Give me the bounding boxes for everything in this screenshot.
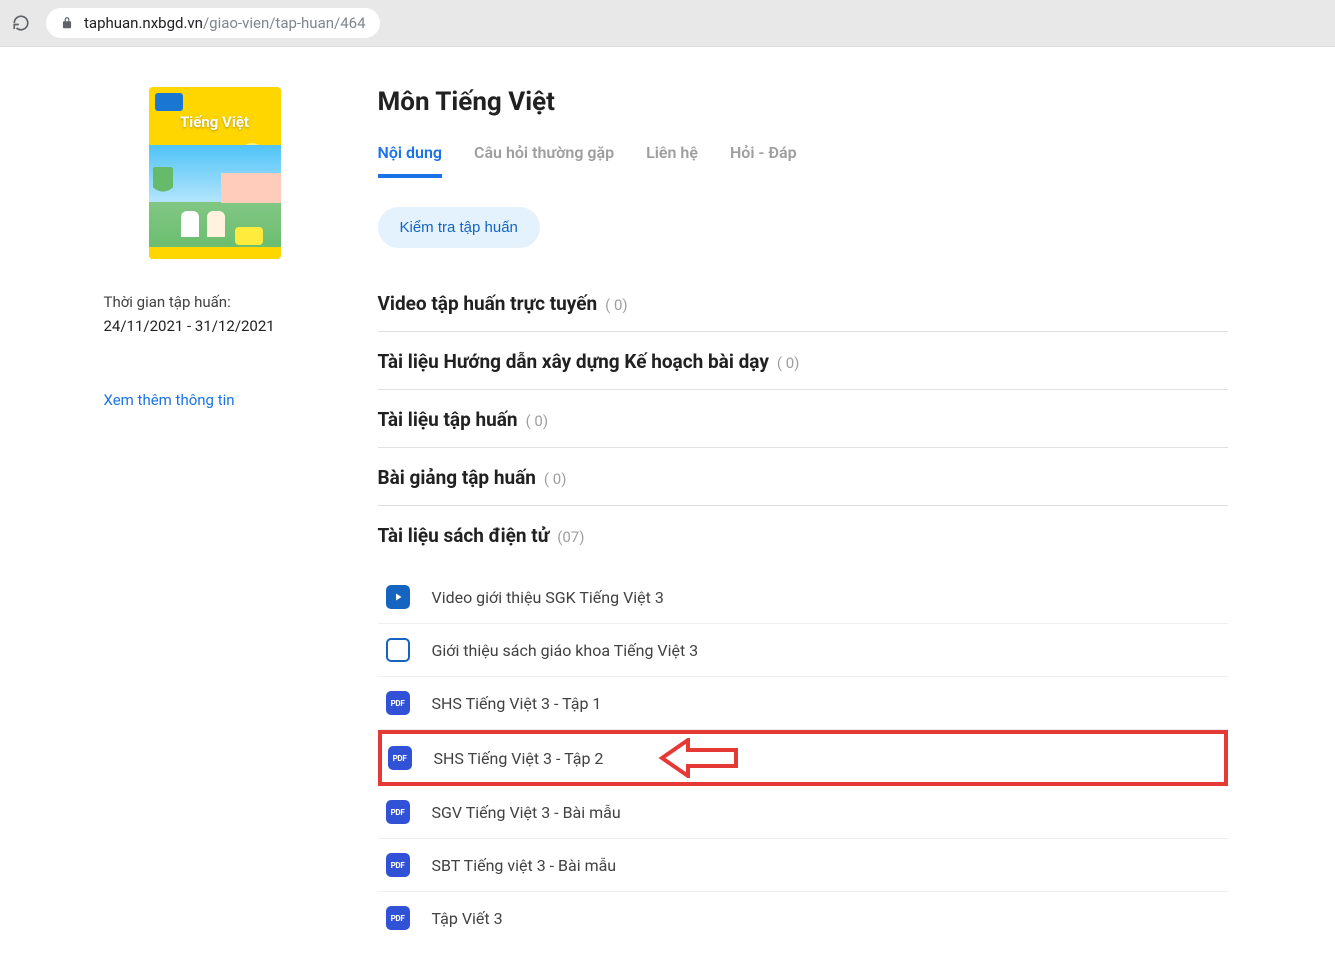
section-lesson-plan[interactable]: Tài liệu Hướng dẫn xây dựng Kế hoạch bài… xyxy=(378,332,1228,390)
tab-content[interactable]: Nội dung xyxy=(378,143,442,178)
more-info-link[interactable]: Xem thêm thông tin xyxy=(68,391,235,409)
section-count: ( 0) xyxy=(605,296,628,314)
section-title: Tài liệu sách điện tử xyxy=(378,524,550,547)
pdf-icon: PDF xyxy=(386,906,410,930)
list-item[interactable]: PDF SBT Tiếng việt 3 - Bài mẫu xyxy=(378,839,1228,892)
section-title: Tài liệu tập huấn xyxy=(378,408,518,431)
ebook-item-list: Video giới thiệu SGK Tiếng Việt 3 Giới t… xyxy=(378,571,1228,944)
list-item[interactable]: PDF SHS Tiếng Việt 3 - Tập 2 xyxy=(378,730,1228,786)
page-title: Môn Tiếng Việt xyxy=(378,87,1228,117)
reload-icon[interactable] xyxy=(12,14,30,32)
highlighted-item-annotation: PDF SHS Tiếng Việt 3 - Tập 2 xyxy=(378,730,1228,786)
section-count: ( 0) xyxy=(777,354,800,372)
item-label: Giới thiệu sách giáo khoa Tiếng Việt 3 xyxy=(432,641,699,660)
tab-contact[interactable]: Liên hệ xyxy=(646,143,698,178)
arrow-annotation-icon xyxy=(658,738,738,778)
tab-faq[interactable]: Câu hỏi thường gặp xyxy=(474,143,614,178)
tab-qa[interactable]: Hỏi - Đáp xyxy=(730,143,797,178)
item-label: SGV Tiếng Việt 3 - Bài mẫu xyxy=(432,803,621,822)
check-training-button[interactable]: Kiểm tra tập huấn xyxy=(378,207,540,248)
section-lecture[interactable]: Bài giảng tập huấn ( 0) xyxy=(378,448,1228,506)
section-video-training[interactable]: Video tập huấn trực tuyến ( 0) xyxy=(378,274,1228,332)
url-path: /giao-vien/tap-huan/464 xyxy=(203,14,366,32)
list-item[interactable]: Giới thiệu sách giáo khoa Tiếng Việt 3 xyxy=(378,624,1228,677)
lock-icon xyxy=(60,16,74,30)
pdf-icon: PDF xyxy=(386,691,410,715)
pdf-icon: PDF xyxy=(388,746,412,770)
item-label: SHS Tiếng Việt 3 - Tập 2 xyxy=(434,749,604,768)
url-host: taphuan.nxbgd.vn xyxy=(84,14,203,32)
list-item[interactable]: PDF Tập Viết 3 xyxy=(378,892,1228,944)
item-label: Video giới thiệu SGK Tiếng Việt 3 xyxy=(432,588,664,607)
section-title: Tài liệu Hướng dẫn xây dựng Kế hoạch bài… xyxy=(378,350,769,373)
section-title: Video tập huấn trực tuyến xyxy=(378,292,598,315)
section-training-docs[interactable]: Tài liệu tập huấn ( 0) xyxy=(378,390,1228,448)
list-item[interactable]: PDF SHS Tiếng Việt 3 - Tập 1 xyxy=(378,677,1228,730)
main-content: Môn Tiếng Việt Nội dung Câu hỏi thường g… xyxy=(378,87,1268,944)
training-period-label: Thời gian tập huấn: xyxy=(68,293,231,311)
sidebar: Tiếng Việt 3 Thời gian tập huấn: 24/11/2… xyxy=(68,87,378,944)
video-icon xyxy=(386,585,410,609)
url-bar[interactable]: taphuan.nxbgd.vn/giao-vien/tap-huan/464 xyxy=(46,8,380,38)
book-cover: Tiếng Việt 3 xyxy=(149,87,281,259)
section-count: ( 0) xyxy=(526,412,549,430)
item-label: Tập Viết 3 xyxy=(432,909,503,928)
section-title: Bài giảng tập huấn xyxy=(378,466,536,489)
section-count: ( 0) xyxy=(544,470,567,488)
pdf-icon: PDF xyxy=(386,800,410,824)
section-ebook[interactable]: Tài liệu sách điện tử (07) xyxy=(378,506,1228,563)
tabs: Nội dung Câu hỏi thường gặp Liên hệ Hỏi … xyxy=(378,143,1228,179)
item-label: SBT Tiếng việt 3 - Bài mẫu xyxy=(432,856,617,875)
list-item[interactable]: Video giới thiệu SGK Tiếng Việt 3 xyxy=(378,571,1228,624)
list-item[interactable]: PDF SGV Tiếng Việt 3 - Bài mẫu xyxy=(378,786,1228,839)
browser-address-bar: taphuan.nxbgd.vn/giao-vien/tap-huan/464 xyxy=(0,0,1335,47)
pdf-icon: PDF xyxy=(386,853,410,877)
slide-icon xyxy=(386,638,410,662)
section-count: (07) xyxy=(557,528,584,546)
training-period-value: 24/11/2021 - 31/12/2021 xyxy=(68,317,275,335)
item-label: SHS Tiếng Việt 3 - Tập 1 xyxy=(432,694,602,713)
